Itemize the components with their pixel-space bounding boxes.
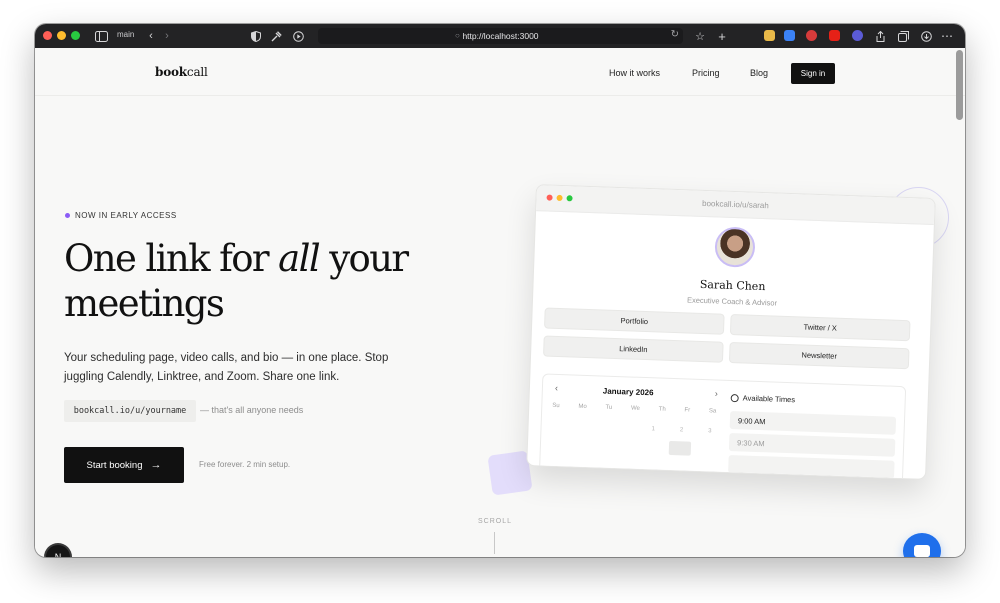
profile-link-newsletter[interactable]: Newsletter	[728, 341, 910, 370]
headline-part-1: One link for	[64, 237, 279, 280]
calendar-dates: 1 2 3	[651, 426, 711, 434]
profile-avatar	[714, 226, 756, 268]
shield-icon[interactable]	[249, 28, 263, 44]
nav-link-how-it-works[interactable]: How it works	[609, 68, 660, 78]
calendar-date[interactable]: 1	[651, 426, 655, 432]
weekday-label: Su	[552, 402, 560, 410]
weekday-label: Th	[658, 406, 666, 413]
status-dot-icon	[65, 213, 70, 218]
browser-titlebar: main ‹ › ○ http://localhost:3000 ↻ ☆ + ⋯	[35, 24, 965, 48]
reload-icon[interactable]: ↻	[671, 29, 679, 40]
calendar-selected-date[interactable]	[668, 440, 692, 456]
page-viewport: bookcall How it works Pricing Blog Sign …	[35, 48, 965, 557]
weekday-label: Fr	[684, 407, 691, 414]
booking-calendar: ‹ January 2026 › Su Mo Tu We Th Fr Sa 1 …	[538, 373, 907, 480]
early-access-badge: NOW IN EARLY ACCESS	[65, 211, 177, 220]
headline-italic: all	[278, 237, 321, 280]
calendar-weekdays: Su Mo Tu We Th Fr Sa	[552, 403, 716, 415]
calendar-month: January 2026	[602, 386, 654, 398]
scroll-line	[494, 532, 495, 554]
scroll-hint: SCROLL	[477, 518, 512, 525]
site-logo[interactable]: bookcall	[155, 65, 208, 79]
profile-link-linkedin[interactable]: LinkedIn	[543, 335, 724, 363]
calendar-next-icon[interactable]: ›	[715, 388, 718, 398]
extension-icon-5[interactable]	[852, 30, 863, 41]
hero-subtext: Your scheduling page, video calls, and b…	[64, 352, 389, 383]
sign-in-button[interactable]: Sign in	[791, 63, 835, 84]
start-booking-button[interactable]: Start booking →	[64, 447, 184, 483]
page-scrollbar[interactable]	[956, 50, 963, 120]
logo-bold-text: book	[155, 65, 187, 79]
nav-link-pricing[interactable]: Pricing	[692, 68, 720, 78]
extension-icon-3[interactable]	[806, 30, 817, 41]
available-times-header: Available Times	[730, 393, 796, 405]
sidebar-toggle-icon[interactable]	[93, 28, 109, 44]
example-link-chip: bookcall.io/u/yourname	[64, 400, 196, 422]
headline-part-2: your	[319, 237, 409, 280]
weekday-label: We	[630, 405, 641, 412]
more-options-icon[interactable]: ⋯	[940, 28, 954, 44]
logo-light-text: call	[186, 65, 208, 79]
calendar-date[interactable]: 2	[680, 427, 684, 433]
time-slot[interactable]: 9:00 AM	[729, 411, 897, 435]
site-navbar: bookcall How it works Pricing Blog Sign …	[35, 48, 965, 96]
browser-window: main ‹ › ○ http://localhost:3000 ↻ ☆ + ⋯…	[35, 24, 965, 557]
youtube-extension-icon[interactable]	[829, 30, 840, 41]
profile-link-portfolio[interactable]: Portfolio	[544, 307, 725, 335]
available-times-title: Available Times	[742, 393, 796, 405]
address-bar[interactable]: ○ http://localhost:3000 ↻	[318, 28, 683, 44]
downloads-icon[interactable]	[919, 28, 933, 44]
example-link-note: — that's all anyone needs	[200, 405, 304, 415]
chat-support-button[interactable]	[903, 533, 941, 557]
weekday-label: Mo	[578, 403, 587, 411]
weekday-label: Sa	[708, 408, 717, 415]
play-circle-icon[interactable]	[291, 28, 305, 44]
close-window-button[interactable]	[43, 31, 52, 40]
cta-note: Free forever. 2 min setup.	[199, 460, 291, 469]
new-tab-plus-icon[interactable]: +	[715, 28, 729, 44]
bookmark-star-icon[interactable]: ☆	[693, 28, 707, 44]
preview-url: bookcall.io/u/sarah	[701, 198, 769, 211]
weekday-label: Tu	[605, 404, 613, 411]
extension-icon-2[interactable]	[784, 30, 795, 41]
nav-link-blog[interactable]: Blog	[750, 68, 768, 78]
chat-bubble-icon	[914, 545, 930, 557]
profile-link-twitter[interactable]: Twitter / X	[729, 313, 911, 342]
tab-overview-icon[interactable]	[896, 28, 910, 44]
forward-icon[interactable]: ›	[161, 28, 173, 44]
start-booking-label: Start booking	[86, 459, 143, 471]
tab-group-label[interactable]: main	[117, 30, 134, 39]
headline-line-2: meetings	[64, 282, 225, 325]
address-url: http://localhost:3000	[462, 31, 539, 41]
calendar-prev-icon[interactable]: ‹	[555, 383, 558, 393]
time-slot[interactable]: 9:30 AM	[728, 433, 896, 457]
preview-titlebar: bookcall.io/u/sarah	[536, 185, 935, 226]
badge-text: NOW IN EARLY ACCESS	[75, 211, 177, 220]
share-icon[interactable]	[874, 28, 886, 44]
zoom-window-button[interactable]	[71, 31, 80, 40]
profile-preview-window: bookcall.io/u/sarah Sarah Chen Executive…	[526, 184, 936, 480]
hero-headline: One link for all your meetings	[64, 236, 409, 326]
tools-icon[interactable]	[269, 28, 283, 44]
clock-icon	[730, 393, 739, 402]
calendar-date[interactable]: 3	[708, 428, 712, 434]
nextjs-dev-badge[interactable]: N	[46, 545, 70, 557]
time-slot[interactable]	[728, 454, 895, 479]
minimize-window-button[interactable]	[57, 31, 66, 40]
extension-icon-1[interactable]	[764, 30, 775, 41]
arrow-right-icon: →	[150, 459, 162, 471]
back-icon[interactable]: ‹	[145, 28, 157, 44]
